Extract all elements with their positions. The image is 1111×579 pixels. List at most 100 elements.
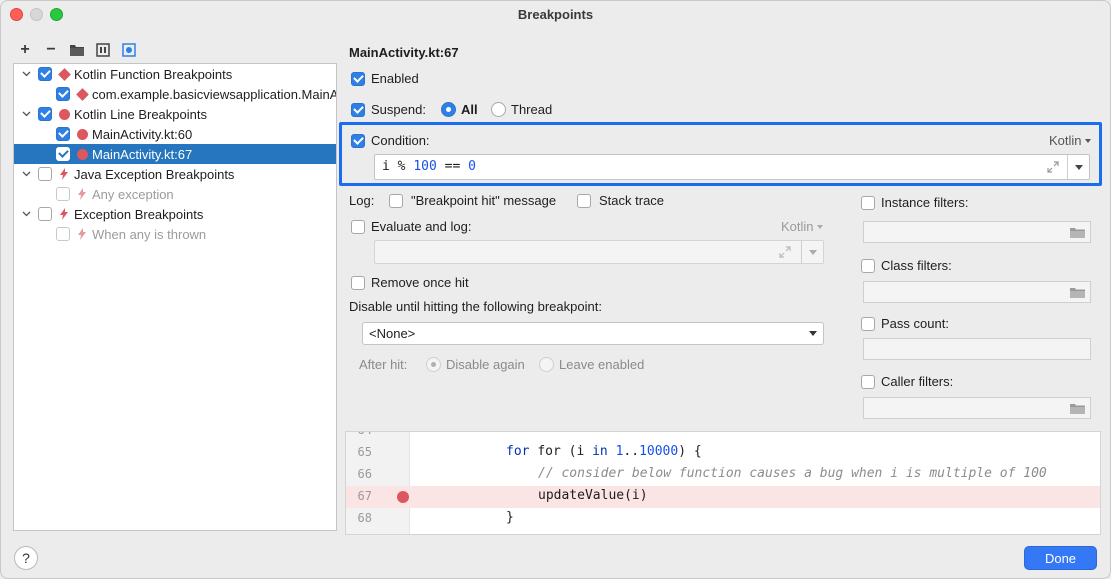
suspend-all-radio[interactable]: All (441, 102, 478, 117)
expand-icon[interactable] (1047, 161, 1059, 173)
checkbox[interactable] (56, 127, 70, 141)
log-label: Log: (349, 193, 375, 208)
tree-item-label: Any exception (92, 186, 174, 202)
radio-unselected[interactable] (539, 357, 554, 372)
evaluate-history-dropdown[interactable] (801, 241, 823, 263)
instance-filters-checkbox[interactable] (861, 195, 875, 210)
tree-item-function-breakpoint[interactable]: com.example.basicviewsapplication.MainAc… (14, 84, 336, 104)
chevron-down-icon (1084, 138, 1091, 143)
tree-group-java-exception[interactable]: Java Exception Breakpoints (14, 164, 336, 184)
chevron-down-icon (1074, 164, 1083, 170)
checkbox[interactable] (38, 207, 52, 221)
checkbox[interactable] (38, 67, 52, 81)
chevron-down-icon[interactable] (20, 108, 32, 120)
tree-group-exception[interactable]: Exception Breakpoints (14, 204, 336, 224)
group-by-folder-icon[interactable] (67, 41, 87, 59)
add-breakpoint-button[interactable]: + (15, 41, 35, 59)
radio-unselected[interactable] (491, 102, 506, 117)
stack-trace-checkbox[interactable] (577, 193, 591, 208)
help-button[interactable]: ? (14, 546, 38, 570)
enabled-checkbox[interactable] (351, 71, 365, 86)
checkbox[interactable] (56, 227, 70, 241)
checkbox[interactable] (56, 87, 70, 101)
source-preview: 64 65 for for (i in 1..10000) { 66 // co… (345, 431, 1101, 535)
remove-once-option[interactable]: Remove once hit (351, 275, 469, 290)
condition-language-label: Kotlin (1049, 133, 1082, 148)
code-line: 64 (346, 432, 1100, 442)
suspend-option[interactable]: Suspend: (351, 102, 426, 117)
caller-filters-checkbox[interactable] (861, 374, 875, 389)
radio-selected[interactable] (441, 102, 456, 117)
window-title: Breakpoints (517, 7, 594, 22)
group-by-class-icon[interactable] (119, 41, 139, 59)
folder-icon[interactable] (1064, 282, 1090, 302)
tree-item-label: Exception Breakpoints (74, 206, 204, 222)
chevron-down-icon (808, 249, 817, 255)
caller-filters-option[interactable]: Caller filters: (861, 374, 953, 389)
tree-item-label: com.example.basicviewsapplication.MainAc… (92, 86, 336, 102)
condition-history-dropdown[interactable] (1067, 155, 1089, 179)
log-message-label: "Breakpoint hit" message (411, 193, 557, 208)
close-window-button[interactable] (10, 8, 23, 21)
condition-input[interactable]: i % 100 == 0 (374, 154, 1090, 180)
checkbox[interactable] (38, 107, 52, 121)
checkbox[interactable] (56, 187, 70, 201)
instance-filters-input[interactable] (863, 221, 1091, 243)
suspend-checkbox[interactable] (351, 102, 365, 117)
chevron-down-icon[interactable] (20, 208, 32, 220)
disable-until-selected: <None> (369, 326, 416, 341)
tree-item-any-exception[interactable]: Any exception (14, 184, 336, 204)
tree-group-kotlin-line[interactable]: Kotlin Line Breakpoints (14, 104, 336, 124)
evaluate-log-option[interactable]: Evaluate and log: (351, 219, 471, 234)
checkbox[interactable] (56, 147, 70, 161)
log-message-checkbox[interactable] (389, 193, 403, 208)
disable-until-select[interactable]: <None> (362, 322, 824, 345)
folder-icon[interactable] (1064, 398, 1090, 418)
tree-item-when-any-thrown[interactable]: When any is thrown (14, 224, 336, 244)
evaluate-log-input[interactable] (374, 240, 824, 264)
class-filters-option[interactable]: Class filters: (861, 258, 952, 273)
tree-group-kotlin-function[interactable]: Kotlin Function Breakpoints (14, 64, 336, 84)
condition-option[interactable]: Condition: (351, 133, 430, 148)
evaluate-log-checkbox[interactable] (351, 219, 365, 234)
caller-filters-input[interactable] (863, 397, 1091, 419)
minimize-window-button[interactable] (30, 8, 43, 21)
suspend-thread-radio[interactable]: Thread (491, 102, 552, 117)
pass-count-checkbox[interactable] (861, 316, 875, 331)
tree-item-line-67[interactable]: MainActivity.kt:67 (14, 144, 336, 164)
class-filters-input[interactable] (863, 281, 1091, 303)
tree-item-label: MainActivity.kt:67 (92, 146, 193, 162)
done-button[interactable]: Done (1024, 546, 1097, 570)
evaluate-language-dropdown[interactable]: Kotlin (781, 219, 823, 234)
chevron-down-icon[interactable] (20, 68, 32, 80)
line-breakpoint-icon (58, 108, 70, 120)
stack-trace-option[interactable]: Stack trace (577, 193, 664, 208)
chevron-down-icon[interactable] (20, 168, 32, 180)
log-message-option[interactable]: "Breakpoint hit" message (389, 193, 556, 208)
disable-again-radio[interactable]: Disable again (426, 357, 525, 372)
leave-enabled-radio[interactable]: Leave enabled (539, 357, 644, 372)
remove-breakpoint-button[interactable]: − (41, 41, 61, 59)
enabled-option[interactable]: Enabled (351, 71, 419, 86)
group-by-file-icon[interactable] (93, 41, 113, 59)
instance-filters-option[interactable]: Instance filters: (861, 195, 968, 210)
condition-language-dropdown[interactable]: Kotlin (1049, 133, 1091, 148)
maximize-window-button[interactable] (50, 8, 63, 21)
expand-icon[interactable] (779, 246, 791, 258)
suspend-label: Suspend: (371, 102, 426, 117)
kotlin-function-breakpoint-icon (75, 87, 89, 101)
pass-count-option[interactable]: Pass count: (861, 316, 949, 331)
radio-selected[interactable] (426, 357, 441, 372)
line-breakpoint-icon (76, 128, 88, 140)
class-filters-checkbox[interactable] (861, 258, 875, 273)
folder-icon[interactable] (1064, 222, 1090, 242)
checkbox[interactable] (38, 167, 52, 181)
condition-checkbox[interactable] (351, 133, 365, 148)
line-breakpoint-icon (76, 148, 88, 160)
pass-count-input[interactable] (863, 338, 1091, 360)
code-line: 65 for for (i in 1..10000) { (357, 444, 702, 459)
remove-once-checkbox[interactable] (351, 275, 365, 290)
tree-item-label: Java Exception Breakpoints (74, 166, 235, 182)
breakpoints-dialog: Breakpoints + − Kotlin Function Breakpoi… (0, 0, 1111, 579)
tree-item-line-60[interactable]: MainActivity.kt:60 (14, 124, 336, 144)
